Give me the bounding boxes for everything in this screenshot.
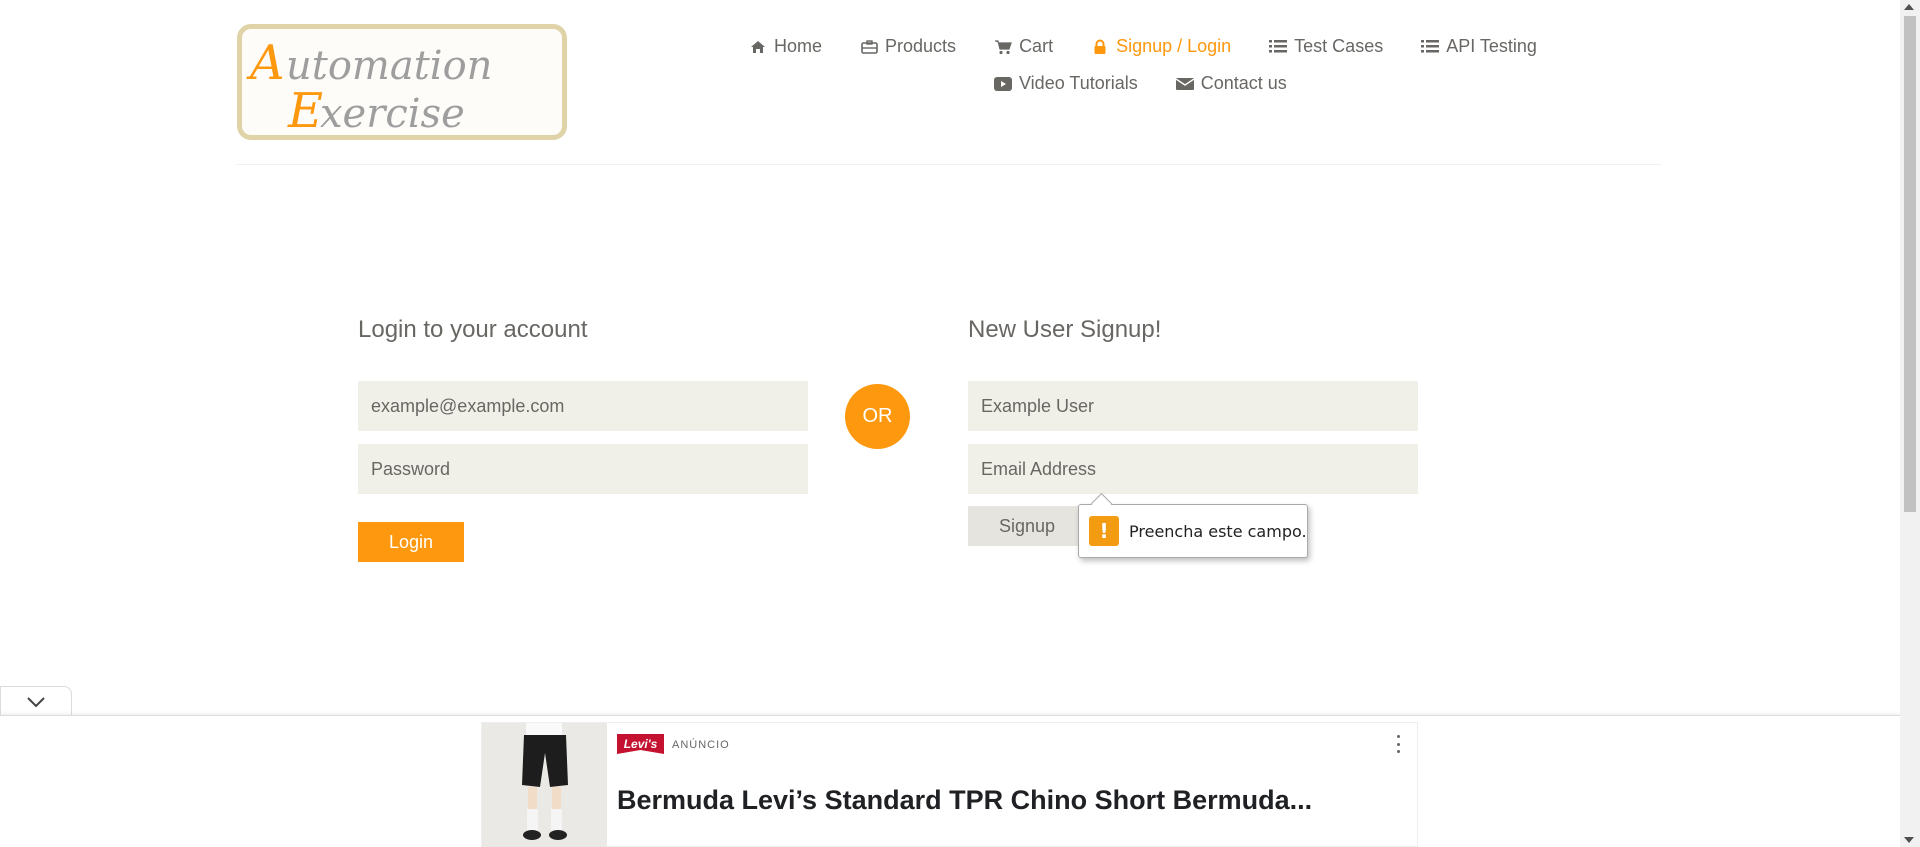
validation-message: Preencha este campo. xyxy=(1129,521,1307,541)
nav-label: Test Cases xyxy=(1294,36,1384,56)
nav-contact-us[interactable]: Contact us xyxy=(1175,73,1287,94)
cart-icon xyxy=(993,38,1013,56)
login-button[interactable]: Login xyxy=(358,522,464,562)
login-email-input[interactable] xyxy=(358,381,808,431)
scrollbar-thumb[interactable] xyxy=(1904,16,1916,512)
ad-options-icon[interactable] xyxy=(1397,735,1401,753)
validation-tooltip: ! Preencha este campo. xyxy=(1078,504,1308,558)
ad-card[interactable]: Levi's ANÚNCIO Bermuda Levi’s Standard T… xyxy=(481,722,1418,847)
login-title: Login to your account xyxy=(358,316,588,343)
list-icon xyxy=(1268,38,1288,56)
warning-icon: ! xyxy=(1089,516,1119,546)
chevron-down-icon xyxy=(27,696,45,707)
nav-label: API Testing xyxy=(1446,36,1537,56)
nav-label: Home xyxy=(774,36,823,56)
login-password-input[interactable] xyxy=(358,444,808,494)
svg-text:A: A xyxy=(246,35,285,91)
youtube-play-icon xyxy=(993,75,1013,93)
svg-text:E: E xyxy=(287,83,323,137)
scroll-up-icon[interactable] xyxy=(1904,4,1914,10)
nav-label: Contact us xyxy=(1200,73,1287,93)
lock-icon xyxy=(1090,38,1110,56)
signup-button[interactable]: Signup xyxy=(968,506,1086,546)
nav-api-testing[interactable]: API Testing xyxy=(1420,36,1537,57)
signup-title: New User Signup! xyxy=(968,316,1162,343)
header-divider xyxy=(237,164,1661,165)
ad-product-image[interactable] xyxy=(482,723,607,847)
briefcase-icon xyxy=(859,38,879,56)
nav-label: Video Tutorials xyxy=(1019,73,1138,93)
ad-label: ANÚNCIO xyxy=(672,739,730,751)
logo-line2: xercise xyxy=(320,91,465,137)
or-separator: OR xyxy=(845,384,910,449)
nav-label: Cart xyxy=(1019,36,1054,56)
nav-signup-login[interactable]: Signup / Login xyxy=(1090,36,1231,57)
envelope-icon xyxy=(1175,75,1195,93)
nav-home[interactable]: Home xyxy=(748,36,822,57)
signup-name-input[interactable] xyxy=(968,381,1418,431)
ad-collapse-button[interactable] xyxy=(0,686,72,716)
scroll-down-icon[interactable] xyxy=(1904,837,1914,843)
page-scrollbar[interactable] xyxy=(1900,0,1920,847)
nav-label: Products xyxy=(885,36,957,56)
site-logo[interactable]: A utomation E xercise xyxy=(237,24,567,140)
ad-title[interactable]: Bermuda Levi’s Standard TPR Chino Short … xyxy=(617,785,1312,816)
nav-test-cases[interactable]: Test Cases xyxy=(1268,36,1383,57)
signup-email-input[interactable] xyxy=(968,444,1418,494)
nav-cart[interactable]: Cart xyxy=(993,36,1053,57)
list-icon xyxy=(1420,38,1440,56)
nav-products[interactable]: Products xyxy=(859,36,956,57)
nav-video-tutorials[interactable]: Video Tutorials xyxy=(993,73,1138,94)
ad-brand-logo: Levi's xyxy=(617,734,664,754)
nav-label: Signup / Login xyxy=(1116,36,1232,56)
home-icon xyxy=(748,38,768,56)
